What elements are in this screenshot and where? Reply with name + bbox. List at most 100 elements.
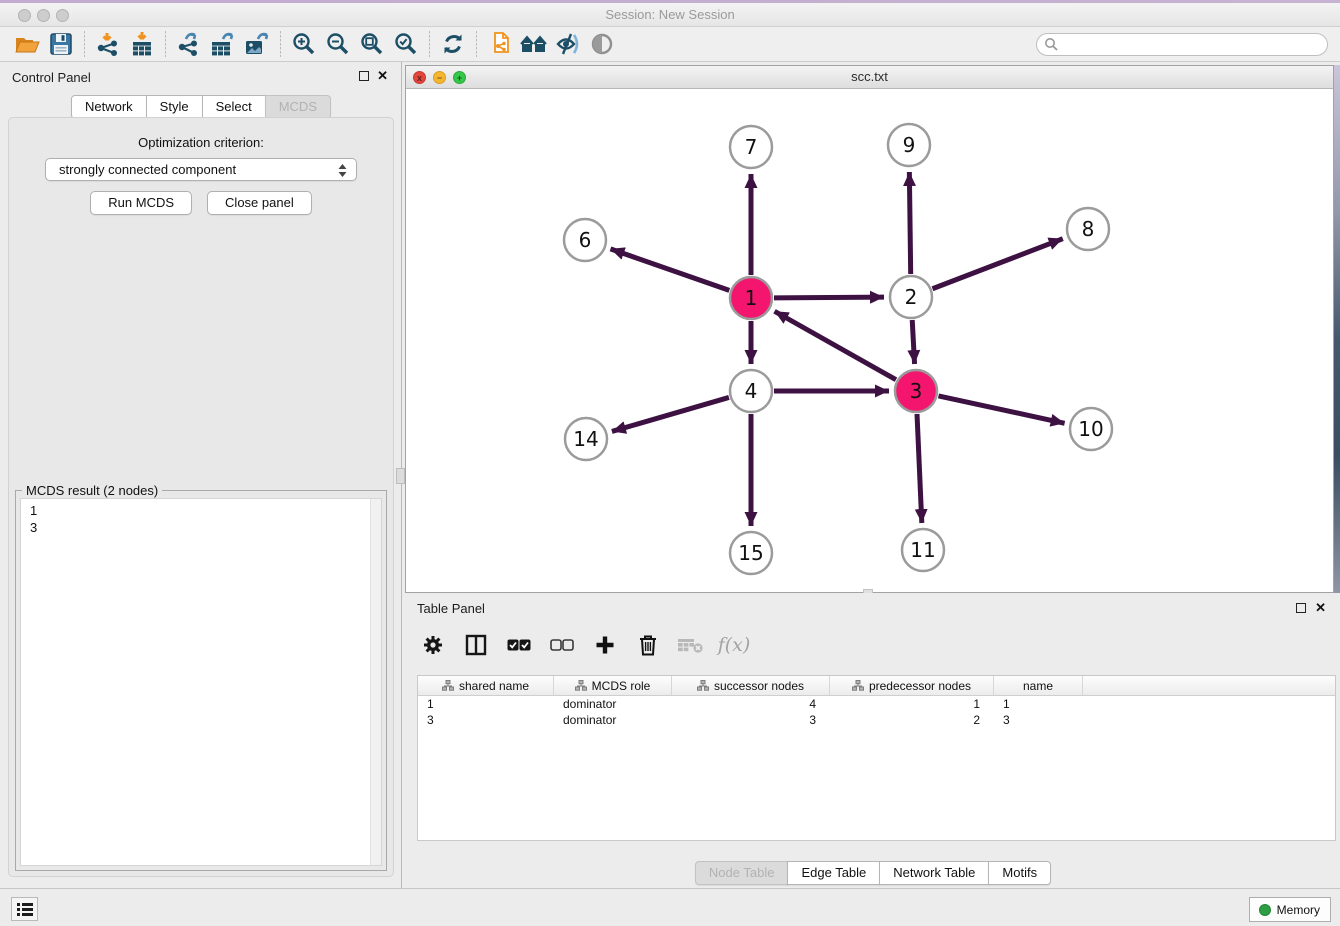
select-all-icon[interactable]: [505, 630, 533, 660]
graph-node-2[interactable]: 2: [890, 276, 932, 318]
table-row[interactable]: 3dominator323: [418, 712, 1335, 728]
column-header-name[interactable]: name: [994, 676, 1083, 695]
graph-node-9[interactable]: 9: [888, 124, 930, 166]
toolbar-separator: [84, 31, 85, 57]
graph-edge-1-2[interactable]: [774, 297, 884, 298]
network-maximize-button[interactable]: +: [453, 71, 466, 84]
delete-table-icon[interactable]: [677, 630, 705, 660]
graph-node-7[interactable]: 7: [730, 126, 772, 168]
run-mcds-button[interactable]: Run MCDS: [90, 191, 192, 215]
apply-layout-icon[interactable]: [436, 29, 470, 59]
network-from-selection-icon[interactable]: [483, 29, 517, 59]
network-canvas[interactable]: 7 9 6 8 1 2 4 3 14 10 15 11: [406, 89, 1333, 592]
tab-network[interactable]: Network: [71, 95, 147, 119]
close-window-button[interactable]: [18, 9, 31, 22]
network-close-button[interactable]: x: [413, 71, 426, 84]
network-graph-svg: 7 9 6 8 1 2 4 3 14 10 15 11: [406, 89, 1333, 592]
save-session-icon[interactable]: [44, 29, 78, 59]
tab-mcds[interactable]: MCDS: [265, 95, 331, 119]
column-label: MCDS role: [592, 679, 651, 693]
tab-motifs[interactable]: Motifs: [988, 861, 1051, 885]
graph-node-6[interactable]: 6: [564, 219, 606, 261]
import-network-icon[interactable]: [91, 29, 125, 59]
tab-network-table[interactable]: Network Table: [879, 861, 989, 885]
table-cell[interactable]: 4: [672, 696, 830, 712]
graph-edge-2-9[interactable]: [909, 172, 910, 274]
graph-node-3[interactable]: 3: [895, 370, 937, 412]
table-cell[interactable]: 1: [994, 696, 1083, 712]
table-cell[interactable]: 2: [830, 712, 994, 728]
delete-row-icon[interactable]: [634, 630, 662, 660]
tab-style[interactable]: Style: [146, 95, 203, 119]
table-cell[interactable]: 1: [418, 696, 554, 712]
tab-edge-table[interactable]: Edge Table: [787, 861, 880, 885]
criterion-select[interactable]: strongly connected component: [45, 158, 357, 181]
column-header-predecessor-nodes[interactable]: predecessor nodes: [830, 676, 994, 695]
maximize-window-button[interactable]: [56, 9, 69, 22]
float-panel-icon[interactable]: [359, 71, 369, 81]
zoom-selected-icon[interactable]: [389, 29, 423, 59]
float-table-panel-icon[interactable]: [1296, 603, 1306, 613]
memory-status-icon: [1259, 904, 1271, 916]
tab-node-table[interactable]: Node Table: [695, 861, 789, 885]
add-row-icon[interactable]: [591, 630, 619, 660]
column-label: shared name: [459, 679, 529, 693]
control-panel-tabs: NetworkStyleSelectMCDS: [0, 95, 401, 119]
column-header-shared-name[interactable]: shared name: [418, 676, 554, 695]
birdseye-view-icon[interactable]: [585, 29, 619, 59]
close-panel-button[interactable]: Close panel: [207, 191, 312, 215]
zoom-out-icon[interactable]: [321, 29, 355, 59]
graph-node-10[interactable]: 10: [1070, 408, 1112, 450]
graph-edge-2-8[interactable]: [932, 239, 1062, 289]
import-table-icon[interactable]: [125, 29, 159, 59]
tab-select[interactable]: Select: [202, 95, 266, 119]
panel-divider-grip[interactable]: [396, 468, 405, 484]
table-settings-icon[interactable]: [419, 630, 447, 660]
graph-node-1[interactable]: 1: [730, 277, 772, 319]
graph-node-14[interactable]: 14: [565, 418, 607, 460]
first-neighbors-icon[interactable]: [517, 29, 551, 59]
desktop-background-strip-right: [1334, 65, 1340, 593]
graph-node-15[interactable]: 15: [730, 532, 772, 574]
graph-edge-4-14[interactable]: [612, 397, 729, 431]
table-row[interactable]: 1dominator411: [418, 696, 1335, 712]
minimize-window-button[interactable]: [37, 9, 50, 22]
graph-edge-2-3[interactable]: [912, 320, 914, 364]
graph-node-11[interactable]: 11: [902, 529, 944, 571]
close-panel-icon[interactable]: ✕: [377, 68, 388, 84]
export-table-icon[interactable]: [206, 29, 240, 59]
split-panel-icon[interactable]: [462, 630, 490, 660]
table-cell[interactable]: dominator: [554, 712, 672, 728]
open-session-icon[interactable]: [10, 29, 44, 59]
zoom-fit-icon[interactable]: [355, 29, 389, 59]
task-history-button[interactable]: [11, 897, 38, 921]
table-cell[interactable]: 1: [830, 696, 994, 712]
network-minimize-button[interactable]: −: [433, 71, 446, 84]
result-scrollbar[interactable]: [370, 499, 381, 865]
memory-button[interactable]: Memory: [1249, 897, 1331, 922]
table-toolbar: f(x): [419, 627, 748, 663]
mcds-result-text[interactable]: 1 3: [20, 498, 382, 866]
fx-label: f(x): [718, 634, 751, 656]
graph-edge-3-10[interactable]: [938, 396, 1064, 423]
zoom-in-icon[interactable]: [287, 29, 321, 59]
table-cell[interactable]: 3: [672, 712, 830, 728]
table-cell[interactable]: 3: [418, 712, 554, 728]
graph-node-4[interactable]: 4: [730, 370, 772, 412]
close-table-panel-icon[interactable]: ✕: [1315, 600, 1326, 616]
graph-edge-3-11[interactable]: [917, 414, 922, 523]
graph-edge-1-6[interactable]: [610, 249, 729, 291]
network-window-titlebar[interactable]: x − + scc.txt: [406, 66, 1333, 89]
export-network-icon[interactable]: [172, 29, 206, 59]
table-cell[interactable]: dominator: [554, 696, 672, 712]
function-builder-icon[interactable]: f(x): [720, 630, 748, 660]
column-header-MCDS-role[interactable]: MCDS role: [554, 676, 672, 695]
graph-edge-3-1[interactable]: [775, 311, 896, 379]
export-image-icon[interactable]: [240, 29, 274, 59]
deselect-all-icon[interactable]: [548, 630, 576, 660]
column-header-successor-nodes[interactable]: successor nodes: [672, 676, 830, 695]
table-cell[interactable]: 3: [994, 712, 1083, 728]
search-input[interactable]: [1036, 33, 1328, 56]
graph-node-8[interactable]: 8: [1067, 208, 1109, 250]
show-hide-details-icon[interactable]: [551, 29, 585, 59]
